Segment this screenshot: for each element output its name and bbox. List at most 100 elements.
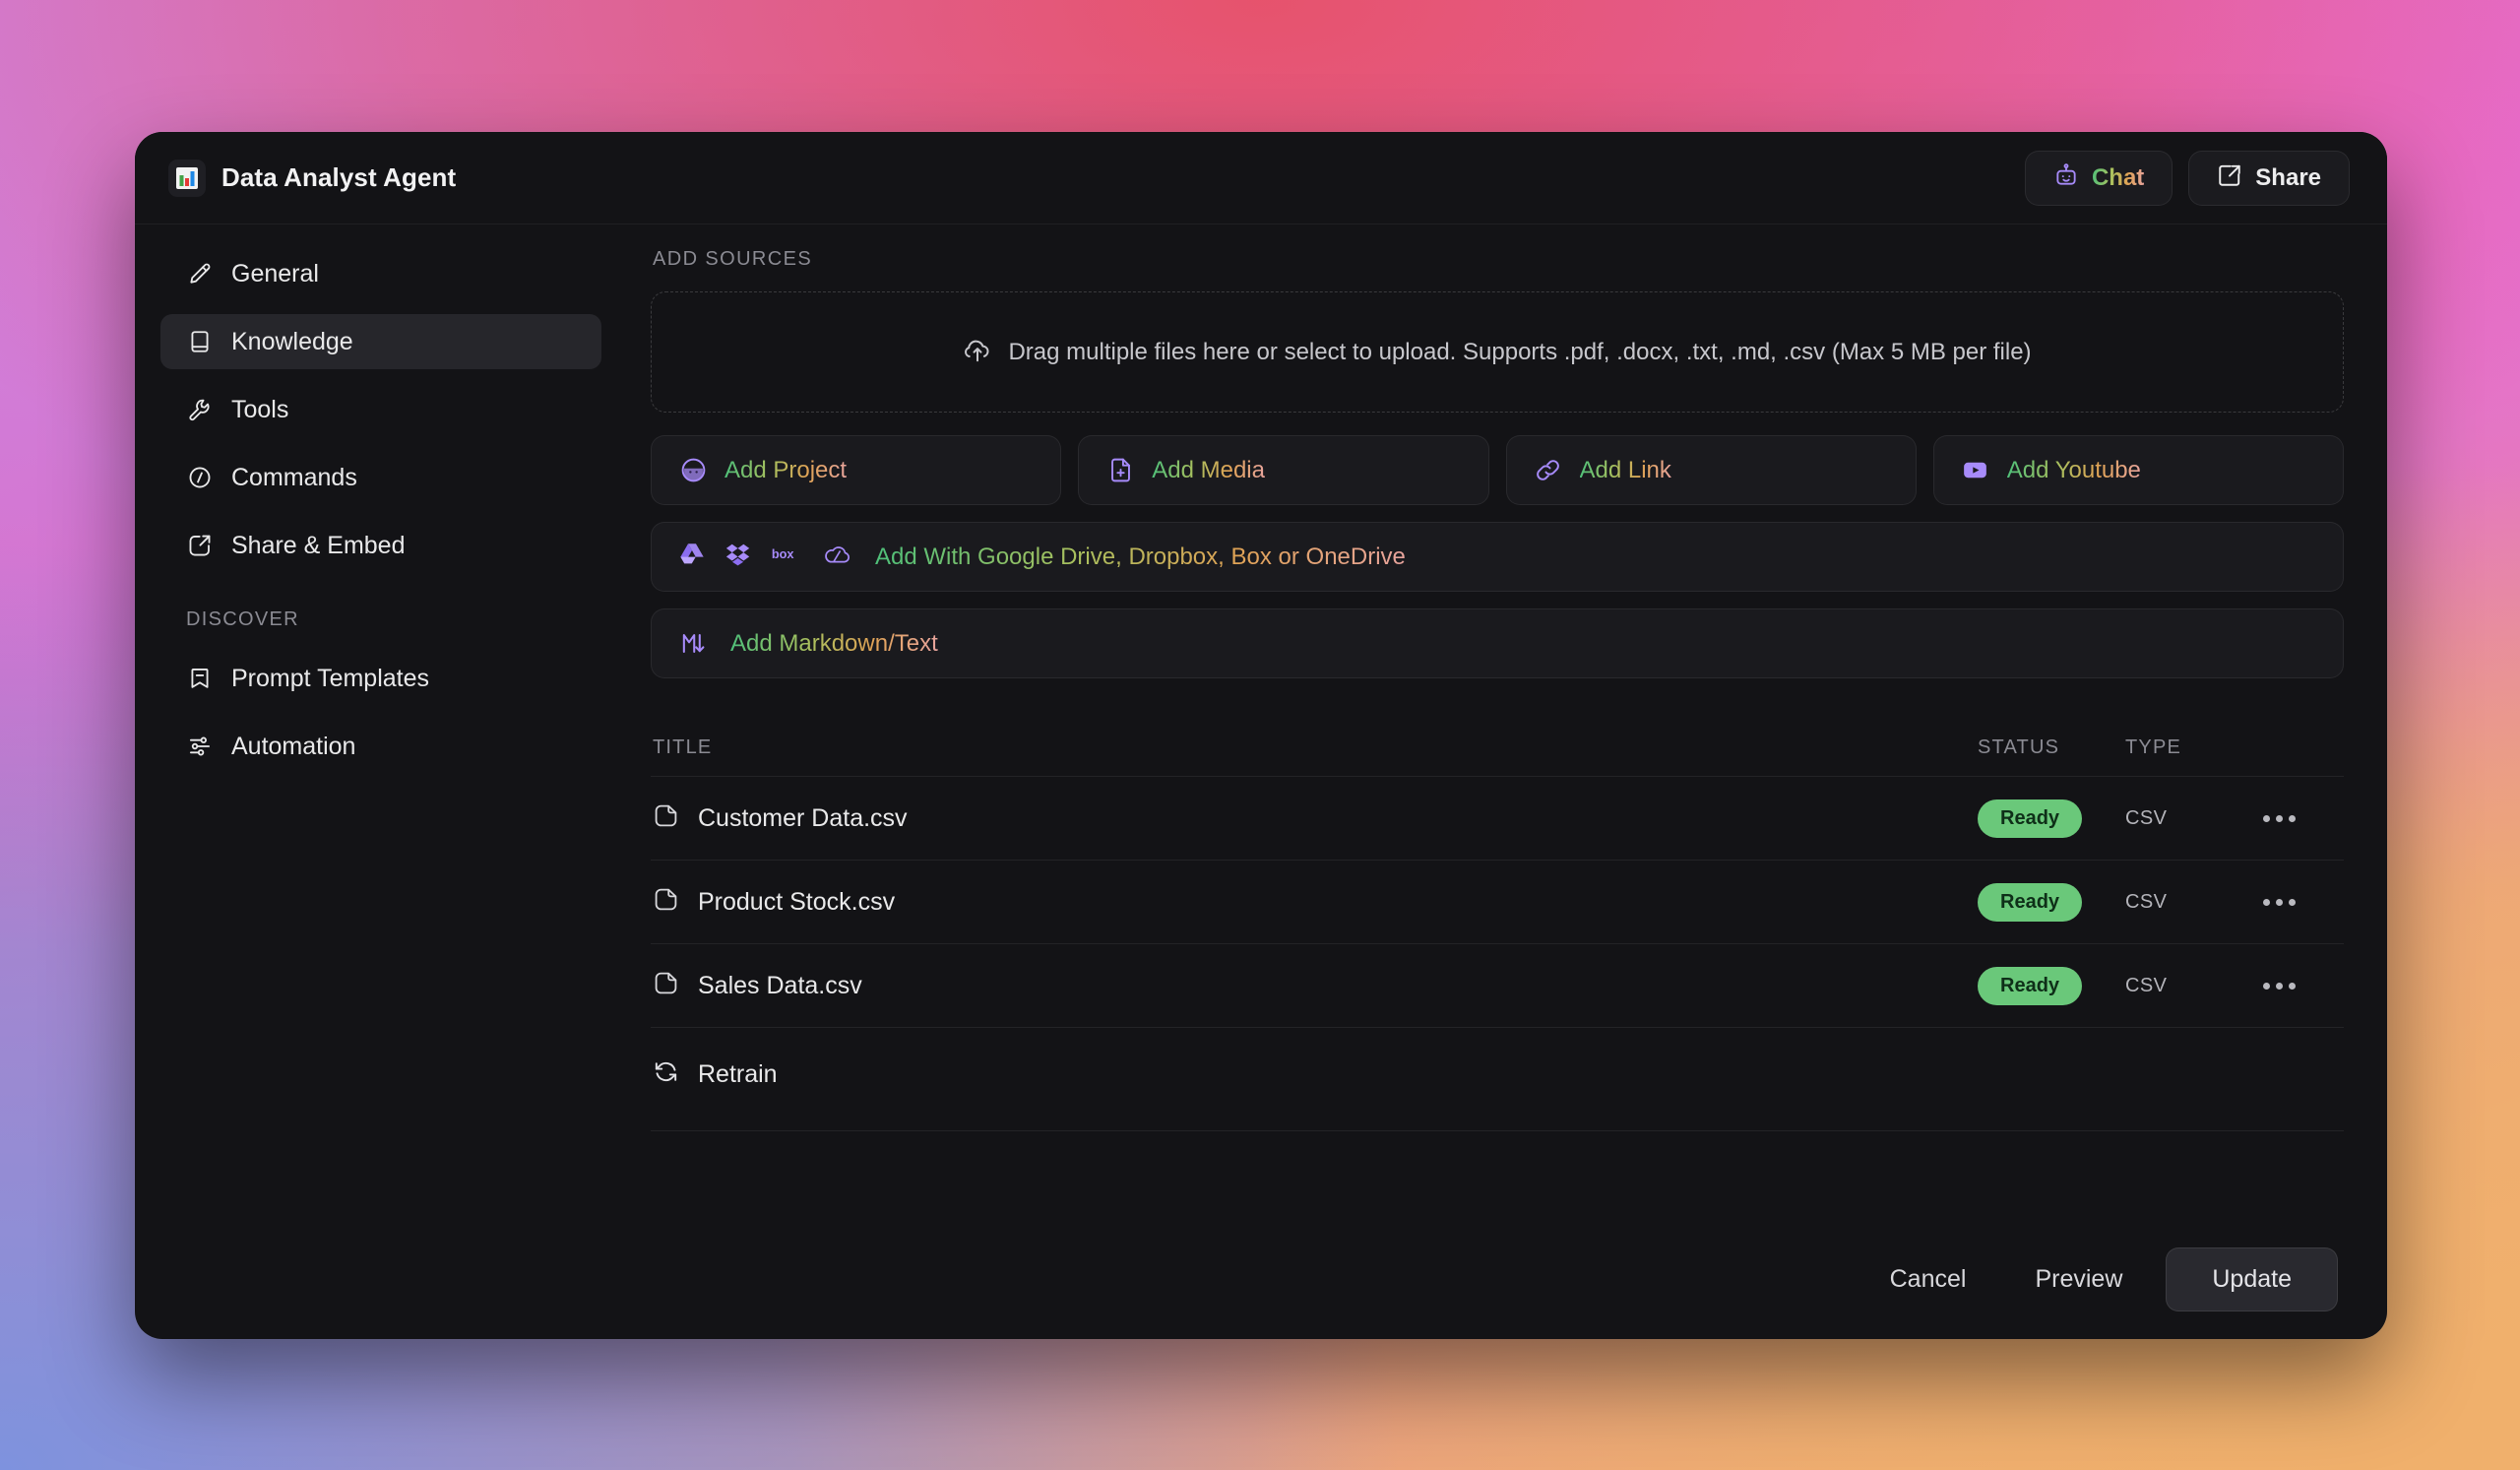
sidebar-item-commands[interactable]: Commands <box>160 450 601 505</box>
add-cloud-storage-button[interactable]: box Add With Google Drive, Dropbox, Box … <box>651 522 2344 592</box>
file-icon <box>653 802 679 834</box>
share-button-label: Share <box>2255 163 2321 191</box>
robot-icon <box>2053 162 2079 193</box>
share-arrow-icon <box>186 533 213 559</box>
row-title-cell: Customer Data.csv <box>653 802 1978 834</box>
sidebar-item-tools[interactable]: Tools <box>160 382 601 437</box>
add-sources-label: ADD SOURCES <box>653 248 813 270</box>
add-media-label: Add Media <box>1152 456 1265 483</box>
add-youtube-label: Add Youtube <box>2006 456 2141 483</box>
add-link-button[interactable]: Add Link <box>1505 435 1917 505</box>
upload-cloud-icon <box>963 335 992 369</box>
sidebar-item-label: Share & Embed <box>231 531 406 559</box>
table-header-row: TITLE STATUS TYPE <box>651 736 2344 777</box>
row-actions-button[interactable] <box>2263 898 2342 906</box>
column-header-status: STATUS <box>1978 736 2060 758</box>
row-title-cell: Product Stock.csv <box>653 886 1978 918</box>
add-media-button[interactable]: Add Media <box>1078 435 1489 505</box>
wrench-icon <box>186 397 213 423</box>
slash-circle-icon <box>186 465 213 491</box>
add-project-button[interactable]: Add Project <box>651 435 1062 505</box>
cancel-button[interactable]: Cancel <box>1864 1265 1992 1294</box>
chat-button[interactable]: Chat <box>2024 150 2174 206</box>
sidebar-item-label: Commands <box>231 463 357 491</box>
table-row[interactable]: Product Stock.csv Ready CSV <box>651 861 2344 944</box>
refresh-icon <box>653 1058 679 1090</box>
dropbox-icon <box>724 541 752 573</box>
sidebar-item-general[interactable]: General <box>160 246 601 301</box>
status-badge: Ready <box>1978 799 2083 838</box>
more-horizontal-icon <box>2263 814 2296 822</box>
add-link-label: Add Link <box>1579 456 1671 483</box>
retrain-label: Retrain <box>698 1059 778 1088</box>
add-markdown-text-button[interactable]: Add Markdown/Text <box>651 608 2344 678</box>
sidebar-item-share-and-embed[interactable]: Share & Embed <box>160 518 601 573</box>
google-drive-icon <box>678 541 706 573</box>
sources-table: TITLE STATUS TYPE Customer Data.csv Read… <box>651 736 2344 1131</box>
footer-actions: Cancel Preview Update <box>135 1219 2387 1339</box>
row-type-cell: CSV <box>2125 890 2168 913</box>
automation-nodes-icon <box>186 734 213 760</box>
row-status-cell: Ready <box>1978 799 2125 838</box>
table-row[interactable]: Sales Data.csv Ready CSV <box>651 944 2344 1028</box>
pencil-icon <box>186 261 213 288</box>
row-type-cell: CSV <box>2125 974 2168 996</box>
bar-chart-emoji-icon <box>168 159 206 197</box>
table-row[interactable]: Customer Data.csv Ready CSV <box>651 777 2344 861</box>
link-icon <box>1534 456 1563 485</box>
more-horizontal-icon <box>2263 982 2296 990</box>
row-file-name: Sales Data.csv <box>698 971 862 999</box>
sidebar-item-automation[interactable]: Automation <box>160 719 601 774</box>
sidebar-item-label: General <box>231 259 319 288</box>
row-status-cell: Ready <box>1978 882 2125 922</box>
sidebar-item-label: Knowledge <box>231 327 353 355</box>
page-title: Data Analyst Agent <box>221 162 457 192</box>
sidebar-item-knowledge[interactable]: Knowledge <box>160 314 601 369</box>
chat-button-label: Chat <box>2091 163 2145 191</box>
window-titlebar: Data Analyst Agent Chat Share <box>135 132 2387 224</box>
row-status-cell: Ready <box>1978 966 2125 1005</box>
column-header-type: TYPE <box>2125 736 2182 758</box>
book-icon <box>186 329 213 355</box>
footer-divider <box>651 1130 2344 1131</box>
onedrive-icon <box>823 541 852 573</box>
row-file-name: Product Stock.csv <box>698 887 896 916</box>
row-type-cell: CSV <box>2125 806 2168 829</box>
share-arrow-icon <box>2217 162 2242 193</box>
sidebar-section-discover: DISCOVER <box>186 608 299 630</box>
status-badge: Ready <box>1978 882 2083 922</box>
sidebar-item-prompt-templates[interactable]: Prompt Templates <box>160 651 601 706</box>
status-badge: Ready <box>1978 966 2083 1005</box>
cloud-storage-label: Add With Google Drive, Dropbox, Box or O… <box>875 543 1406 570</box>
add-youtube-button[interactable]: Add Youtube <box>1932 435 2344 505</box>
source-buttons-row: Add Project Add Media Add Link Add Youtu… <box>651 435 2344 505</box>
preview-button[interactable]: Preview <box>2009 1265 2148 1294</box>
sidebar: General Knowledge Tools Commands Share &… <box>135 224 627 1219</box>
retrain-button[interactable]: Retrain <box>651 1028 2344 1120</box>
bookmark-minus-icon <box>186 666 213 692</box>
sidebar-item-label: Automation <box>231 732 356 760</box>
dropzone-text: Drag multiple files here or select to up… <box>1008 338 2032 365</box>
row-title-cell: Sales Data.csv <box>653 970 1978 1001</box>
settings-window: Data Analyst Agent Chat Share General Kn… <box>135 132 2387 1339</box>
window-body: General Knowledge Tools Commands Share &… <box>135 224 2387 1219</box>
update-button[interactable]: Update <box>2166 1246 2338 1311</box>
row-file-name: Customer Data.csv <box>698 803 908 832</box>
markdown-icon <box>678 629 708 659</box>
sidebar-item-label: Prompt Templates <box>231 664 430 692</box>
main-content: ADD SOURCES Drag multiple files here or … <box>627 224 2387 1219</box>
file-dropzone[interactable]: Drag multiple files here or select to up… <box>651 291 2344 413</box>
markdown-label: Add Markdown/Text <box>730 629 938 657</box>
sidebar-item-label: Tools <box>231 395 289 423</box>
add-project-label: Add Project <box>724 456 848 483</box>
svg-text:box: box <box>772 546 794 561</box>
more-horizontal-icon <box>2263 898 2296 906</box>
share-button[interactable]: Share <box>2188 150 2350 206</box>
file-icon <box>653 886 679 918</box>
row-actions-button[interactable] <box>2263 814 2342 822</box>
row-actions-button[interactable] <box>2263 982 2342 990</box>
column-header-title: TITLE <box>653 736 713 758</box>
youtube-icon <box>1961 456 1990 485</box>
project-avatar-icon <box>678 456 708 485</box>
file-icon <box>653 970 679 1001</box>
